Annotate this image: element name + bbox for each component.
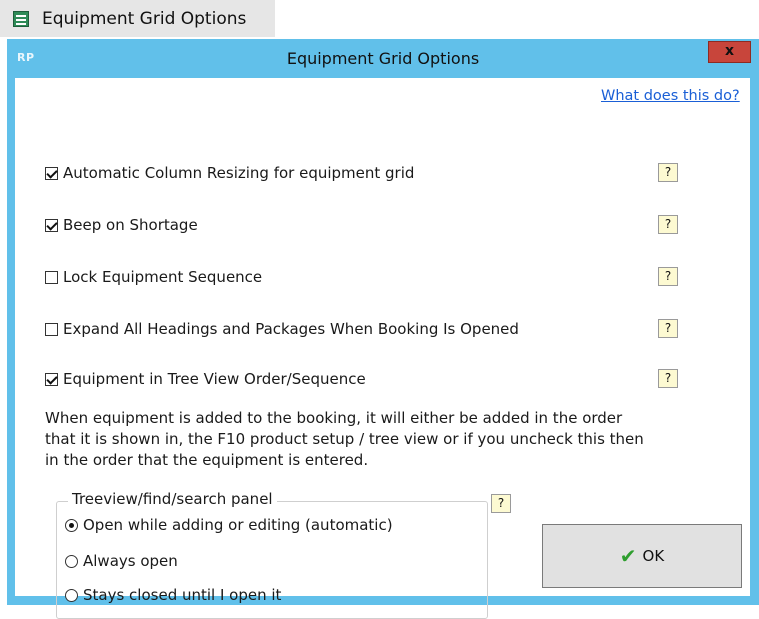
open-while-adding-radio[interactable] xyxy=(65,518,78,532)
radio-option-open-while-adding[interactable]: Open while adding or editing (automatic) xyxy=(65,516,393,534)
option-tree-view-order[interactable]: Equipment in Tree View Order/Sequence xyxy=(45,370,366,388)
option-label: Equipment in Tree View Order/Sequence xyxy=(63,370,366,388)
what-does-this-do-link[interactable]: What does this do? xyxy=(601,88,740,104)
option-label: Automatic Column Resizing for equipment … xyxy=(63,164,415,182)
treeview-panel-group: Treeview/find/search panel Open while ad… xyxy=(56,490,488,619)
option-label: Expand All Headings and Packages When Bo… xyxy=(63,320,519,338)
option-auto-column-resizing[interactable]: Automatic Column Resizing for equipment … xyxy=(45,164,414,182)
treeview-panel-legend: Treeview/find/search panel xyxy=(68,490,277,508)
option-expand-all-headings[interactable]: Expand All Headings and Packages When Bo… xyxy=(45,320,519,338)
help-button-beep-on-shortage[interactable]: ? xyxy=(658,215,678,234)
option-label: Lock Equipment Sequence xyxy=(63,268,263,286)
window-title: Equipment Grid Options xyxy=(286,49,480,68)
description-line: that it is shown in, the F10 product set… xyxy=(45,430,644,448)
radio-label: Stays closed until I open it xyxy=(83,586,282,604)
dialog-window: RP Equipment Grid Options x What does th… xyxy=(7,39,759,619)
tree-view-order-description: When equipment is added to the booking, … xyxy=(45,408,725,471)
radio-label: Open while adding or editing (automatic) xyxy=(83,516,393,534)
ok-button[interactable]: ✔ OK xyxy=(542,524,742,588)
help-button-lock-equipment-sequence[interactable]: ? xyxy=(658,267,678,286)
description-line: in the order that the equipment is enter… xyxy=(45,451,369,469)
beep-on-shortage-checkbox[interactable] xyxy=(45,218,58,232)
lock-equipment-sequence-checkbox[interactable] xyxy=(45,270,58,284)
tree-view-order-checkbox[interactable] xyxy=(45,372,58,386)
check-icon: ✔ xyxy=(619,544,637,568)
option-lock-equipment-sequence[interactable]: Lock Equipment Sequence xyxy=(45,268,262,286)
stays-closed-radio[interactable] xyxy=(65,588,78,602)
radio-option-stays-closed[interactable]: Stays closed until I open it xyxy=(65,586,281,604)
app-list-icon xyxy=(13,10,29,27)
taskbar-header: Equipment Grid Options xyxy=(0,0,275,37)
close-button[interactable]: x xyxy=(708,41,751,63)
option-label: Beep on Shortage xyxy=(63,216,198,234)
expand-all-headings-checkbox[interactable] xyxy=(45,322,58,336)
help-button-tree-view-order[interactable]: ? xyxy=(658,369,678,388)
taskbar-title: Equipment Grid Options xyxy=(42,8,247,29)
help-button-expand-all-headings[interactable]: ? xyxy=(658,319,678,338)
dialog-content: What does this do? Automatic Column Resi… xyxy=(15,78,750,619)
ok-label: OK xyxy=(642,547,665,565)
description-line: When equipment is added to the booking, … xyxy=(45,409,623,427)
title-bar[interactable]: RP Equipment Grid Options x xyxy=(7,39,759,76)
always-open-radio[interactable] xyxy=(65,554,78,568)
option-beep-on-shortage[interactable]: Beep on Shortage xyxy=(45,216,198,234)
radio-label: Always open xyxy=(83,552,178,570)
radio-option-always-open[interactable]: Always open xyxy=(65,552,178,570)
help-button-auto-column-resizing[interactable]: ? xyxy=(658,163,678,182)
help-button-treeview-panel[interactable]: ? xyxy=(491,494,511,513)
auto-column-resizing-checkbox[interactable] xyxy=(45,166,58,180)
